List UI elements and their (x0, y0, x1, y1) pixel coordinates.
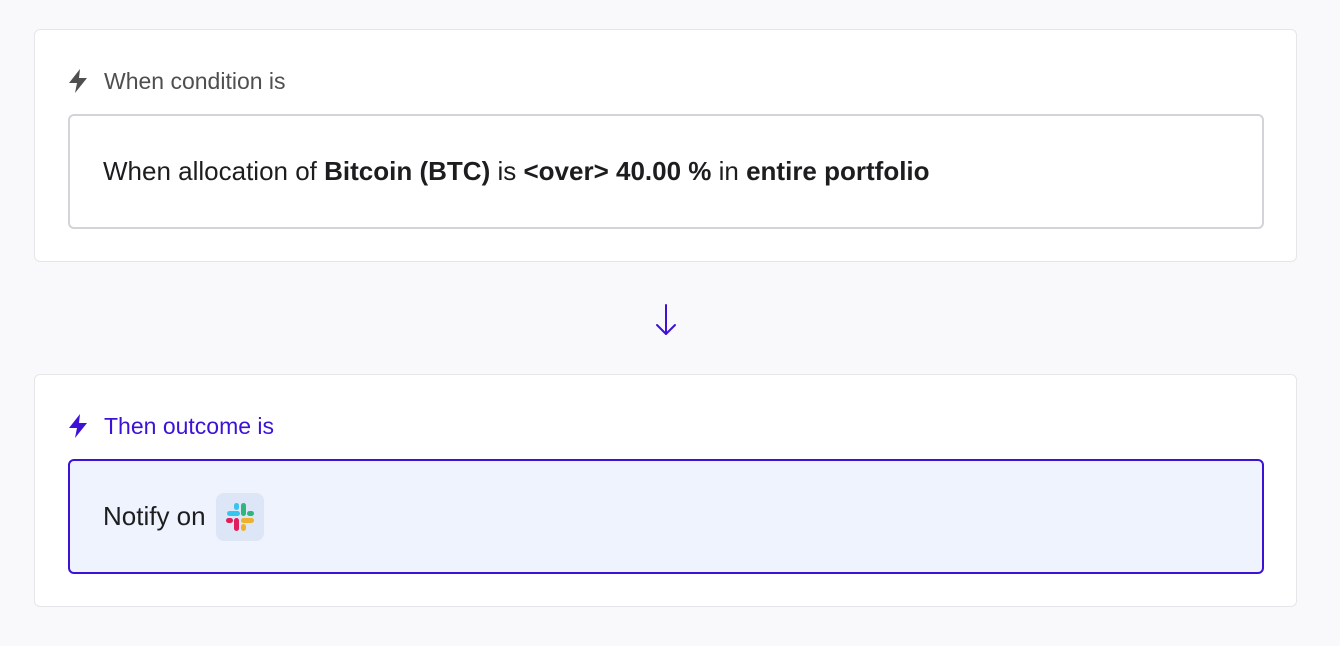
outcome-header-label: Then outcome is (104, 413, 275, 439)
outcome-header: Then outcome is (67, 411, 274, 441)
outcome-text: Notify on (103, 501, 206, 531)
condition-box[interactable]: When allocation of Bitcoin (BTC) is <ove… (68, 114, 1264, 229)
condition-text-2: is (490, 156, 524, 186)
operator-value[interactable]: <over> (523, 156, 608, 187)
outcome-card: Then outcome is Notify on (34, 374, 1297, 607)
condition-header: When condition is (67, 66, 286, 96)
slack-icon[interactable] (215, 492, 264, 541)
condition-text-1: When allocation of (103, 156, 325, 186)
lightning-icon (67, 413, 89, 439)
condition-text-3 (609, 156, 616, 187)
arrow-down-icon (650, 300, 682, 340)
condition-header-label: When condition is (104, 68, 286, 94)
lightning-icon (67, 68, 89, 94)
portfolio-scope[interactable]: entire portfolio (746, 156, 929, 187)
outcome-box[interactable]: Notify on (68, 459, 1264, 574)
threshold-value[interactable]: 40.00 % (616, 156, 711, 187)
condition-card: When condition is When allocation of Bit… (34, 29, 1297, 262)
condition-text-4: in (711, 156, 747, 186)
asset-name[interactable]: Bitcoin (BTC) (324, 156, 490, 187)
